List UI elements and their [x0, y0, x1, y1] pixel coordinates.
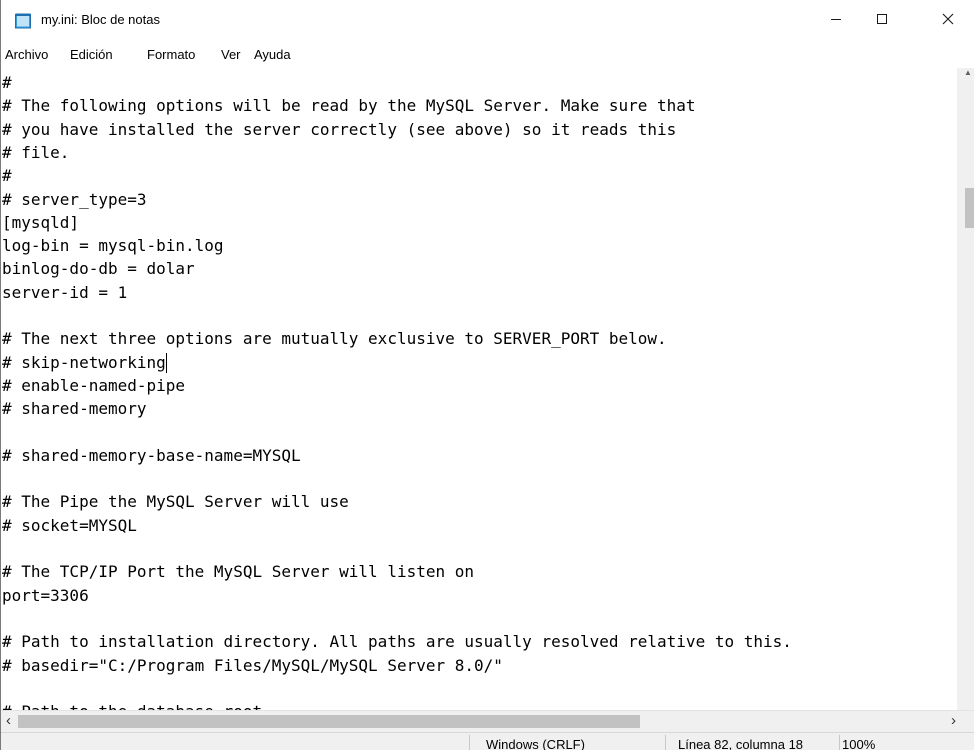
text-editor[interactable]: # # The following options will be read by… [1, 68, 957, 710]
text-line: log-bin = mysql-bin.log [2, 236, 224, 256]
minimize-icon [830, 12, 842, 30]
notepad-icon [15, 13, 32, 29]
close-button[interactable] [925, 0, 971, 42]
text-line: # server_type=3 [2, 189, 147, 209]
text-line: # The TCP/IP Port the MySQL Server will … [2, 562, 475, 582]
text-line: # The following options will be read by … [2, 96, 696, 116]
window-title: my.ini: Bloc de notas [41, 12, 160, 27]
vertical-scroll-thumb[interactable] [965, 188, 974, 228]
status-position: Línea 82, columna 18 [678, 737, 804, 750]
maximize-icon [876, 12, 888, 30]
text-line: # [2, 73, 12, 92]
menu-archivo[interactable]: Archivo [5, 47, 48, 62]
text-line: server-id = 1 [2, 282, 128, 302]
status-encoding: Windows (CRLF) [486, 737, 585, 750]
close-icon [942, 12, 954, 30]
status-zoom: 100% [842, 737, 876, 750]
status-divider [839, 735, 840, 750]
text-line: # [2, 166, 12, 186]
menu-edicion[interactable]: Edición [70, 47, 113, 62]
text-line: [mysqld] [2, 212, 80, 232]
status-bar: Windows (CRLF) Línea 82, columna 18 100% [1, 732, 974, 750]
title-bar[interactable]: my.ini: Bloc de notas [1, 0, 974, 42]
vertical-scrollbar[interactable]: ▲ [957, 68, 974, 710]
menu-ayuda[interactable]: Ayuda [254, 47, 291, 62]
status-divider [469, 735, 470, 750]
scroll-left-icon[interactable]: ‹ [6, 712, 11, 730]
status-divider [665, 735, 666, 750]
text-line: # shared-memory-base-name=MYSQL [2, 445, 301, 465]
scroll-up-icon[interactable]: ▲ [964, 68, 972, 77]
text-caret [165, 352, 167, 373]
text-line: # basedir="C:/Program Files/MySQL/MySQL … [2, 655, 503, 675]
text-line: binlog-do-db = dolar [2, 259, 195, 279]
text-line: # skip-networking [2, 352, 166, 372]
text-line: port=3306 [2, 585, 89, 605]
text-line: # The Pipe the MySQL Server will use [2, 492, 349, 512]
text-line: # you have installed the server correctl… [2, 119, 677, 139]
menu-bar: Archivo Edición Formato Ver Ayuda [1, 42, 974, 68]
scroll-right-icon[interactable]: › [951, 712, 956, 730]
horizontal-scroll-thumb[interactable] [18, 715, 640, 728]
maximize-button[interactable] [859, 0, 905, 42]
notepad-window: my.ini: Bloc de notas Archivo Edición Fo… [0, 0, 974, 750]
text-line: # Path to installation directory. All pa… [2, 632, 792, 652]
text-line: # file. [2, 142, 70, 162]
menu-ver[interactable]: Ver [221, 47, 241, 62]
menu-formato[interactable]: Formato [147, 47, 195, 62]
text-line: # The next three options are mutually ex… [2, 329, 667, 349]
text-line: # shared-memory [2, 399, 147, 419]
minimize-button[interactable] [813, 0, 859, 42]
text-line: # Path to the database root [2, 700, 262, 710]
text-line: # enable-named-pipe [2, 375, 186, 395]
horizontal-scrollbar[interactable]: ‹ › [1, 710, 974, 732]
text-line: # socket=MYSQL [2, 515, 137, 535]
